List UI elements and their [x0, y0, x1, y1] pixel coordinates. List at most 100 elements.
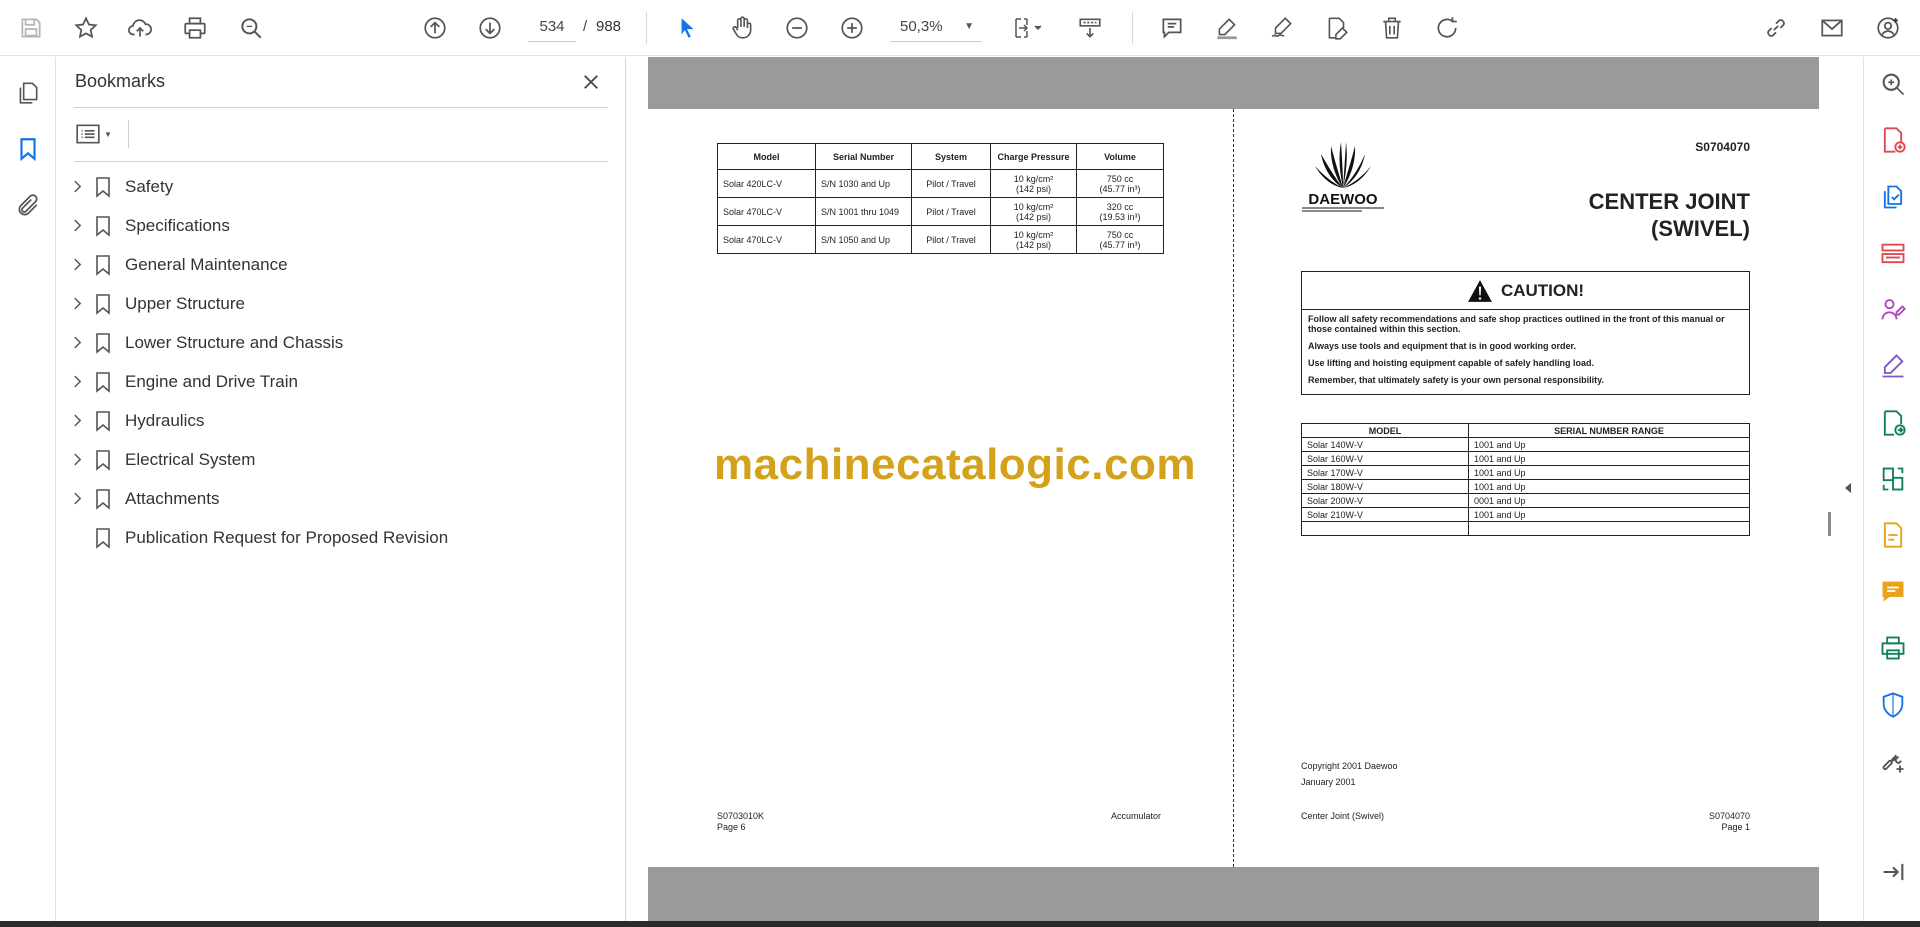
upload-cloud-icon[interactable]	[120, 8, 160, 48]
collapse-tools-icon[interactable]	[1876, 855, 1910, 889]
table-row: Solar 180W-V 1001 and Up	[1301, 479, 1750, 494]
cell-line: (142 psi)	[1015, 211, 1051, 222]
email-icon[interactable]	[1812, 8, 1852, 48]
table-cell: Pilot / Travel	[911, 225, 991, 254]
protect-shield-icon[interactable]	[1876, 688, 1910, 722]
cell-line: 750 cc	[1106, 173, 1134, 184]
close-icon[interactable]	[576, 67, 606, 97]
search-icon[interactable]	[231, 8, 271, 48]
bookmark-item[interactable]: General Maintenance	[56, 245, 626, 284]
bookmark-item[interactable]: Upper Structure	[56, 284, 626, 323]
cell-line: (19.53 in³)	[1099, 211, 1141, 222]
bookmark-icon	[94, 332, 112, 354]
bookmark-label: Hydraulics	[125, 410, 205, 430]
zoom-search-icon[interactable]	[1876, 67, 1910, 101]
chevron-right-icon[interactable]	[70, 297, 84, 311]
bookmark-item[interactable]: Publication Request for Proposed Revisio…	[56, 518, 626, 557]
table-cell: 1001 and Up	[1468, 451, 1750, 466]
delete-trash-icon[interactable]	[1372, 8, 1412, 48]
table-row	[1301, 521, 1750, 536]
table-cell: Solar 470LC-V	[717, 225, 816, 254]
caution-line: Follow all safety recommendations and sa…	[1308, 314, 1725, 334]
previous-page-icon[interactable]	[415, 8, 455, 48]
collapse-right-panel-icon[interactable]	[1842, 478, 1854, 498]
chevron-right-icon[interactable]	[70, 258, 84, 272]
compare-files-icon[interactable]	[1876, 462, 1910, 496]
chevron-right-icon[interactable]	[70, 492, 84, 506]
copyright-text: Copyright 2001 Daewoo	[1301, 761, 1398, 771]
table-row: Solar 470LC-V S/N 1050 and Up Pilot / Tr…	[717, 225, 1164, 254]
chevron-right-icon[interactable]	[70, 375, 84, 389]
edit-text-icon[interactable]	[1317, 8, 1357, 48]
table-row: Solar 170W-V 1001 and Up	[1301, 465, 1750, 480]
scrollbar-thumb[interactable]	[1828, 512, 1831, 536]
chevron-right-icon[interactable]	[70, 180, 84, 194]
save-icon[interactable]	[11, 8, 51, 48]
more-tools-icon[interactable]	[1876, 745, 1910, 779]
table-cell: Pilot / Travel	[911, 169, 991, 198]
cell-line: (142 psi)	[1015, 239, 1051, 250]
comment-tool-icon[interactable]	[1876, 574, 1910, 608]
bookmark-item[interactable]: Hydraulics	[56, 401, 626, 440]
bookmark-options-dropdown[interactable]: ▼	[75, 119, 123, 149]
chevron-right-icon[interactable]	[70, 414, 84, 428]
table-cell: 750 cc (45.77 in³)	[1076, 225, 1164, 254]
comment-icon[interactable]	[1152, 8, 1192, 48]
export-pdf-icon[interactable]	[1876, 406, 1910, 440]
print-production-icon[interactable]	[1876, 631, 1910, 665]
next-page-icon[interactable]	[470, 8, 510, 48]
bookmark-panel-icon[interactable]	[10, 131, 46, 167]
table-row: Solar 470LC-V S/N 1001 thru 1049 Pilot /…	[717, 197, 1164, 226]
bookmark-item[interactable]: Lower Structure and Chassis	[56, 323, 626, 362]
select-cursor-icon[interactable]	[667, 8, 707, 48]
organize-pages-icon[interactable]	[1876, 237, 1910, 271]
chevron-right-icon[interactable]	[70, 219, 84, 233]
bookmarks-panel: Bookmarks ▼ Safety Specifications General …	[56, 57, 626, 921]
footer-section-name: Accumulator	[1111, 811, 1162, 821]
caution-text: Follow all safety recommendations and sa…	[1302, 310, 1749, 396]
bookmark-item[interactable]: Engine and Drive Train	[56, 362, 626, 401]
page-number-input[interactable]	[528, 12, 576, 42]
add-user-icon[interactable]	[1868, 8, 1908, 48]
chevron-right-icon[interactable]	[70, 336, 84, 350]
bookmark-icon	[94, 410, 112, 432]
combine-files-icon[interactable]	[1876, 180, 1910, 214]
taskbar-strip	[0, 921, 1920, 927]
fit-page-icon[interactable]	[1004, 8, 1054, 48]
accumulator-spec-table: Model Serial Number System Charge Pressu…	[717, 143, 1164, 254]
edit-pdf-icon[interactable]	[1876, 518, 1910, 552]
bookmark-item[interactable]: Attachments	[56, 479, 626, 518]
page-thumbnails-icon[interactable]	[10, 75, 46, 111]
print-icon[interactable]	[175, 8, 215, 48]
highlight-pen-icon[interactable]	[1207, 8, 1247, 48]
table-row: Solar 140W-V 1001 and Up	[1301, 437, 1750, 452]
table-cell: Pilot / Travel	[911, 197, 991, 226]
bookmark-item[interactable]: Specifications	[56, 206, 626, 245]
cell-line: 10 kg/cm²	[1013, 201, 1054, 212]
chevron-down-icon: ▼	[964, 21, 974, 32]
rotate-icon[interactable]	[1427, 8, 1467, 48]
star-icon[interactable]	[66, 8, 106, 48]
table-header: Model	[717, 143, 816, 170]
create-pdf-icon[interactable]	[1876, 123, 1910, 157]
bookmark-icon	[94, 449, 112, 471]
request-signature-icon[interactable]	[1876, 293, 1910, 327]
hand-tool-icon[interactable]	[722, 8, 762, 48]
zoom-dropdown[interactable]: 50,3% ▼	[890, 12, 982, 42]
bookmark-item[interactable]: Electrical System	[56, 440, 626, 479]
fill-sign-icon[interactable]	[1876, 349, 1910, 383]
table-row: Solar 200W-V 0001 and Up	[1301, 493, 1750, 508]
daewoo-logo: DAEWOO	[1300, 140, 1386, 214]
table-cell: Solar 470LC-V	[717, 197, 816, 226]
zoom-in-icon[interactable]	[832, 8, 872, 48]
share-link-icon[interactable]	[1756, 8, 1796, 48]
scroll-mode-icon[interactable]	[1070, 8, 1110, 48]
attachments-paperclip-icon[interactable]	[10, 188, 46, 224]
zoom-out-icon[interactable]	[777, 8, 817, 48]
chevron-right-icon[interactable]	[70, 453, 84, 467]
table-row: Solar 420LC-V S/N 1030 and Up Pilot / Tr…	[717, 169, 1164, 198]
left-navigation-rail	[0, 57, 56, 921]
table-header: MODEL	[1301, 423, 1469, 438]
bookmark-item[interactable]: Safety	[56, 167, 626, 206]
draw-signature-icon[interactable]	[1262, 8, 1302, 48]
